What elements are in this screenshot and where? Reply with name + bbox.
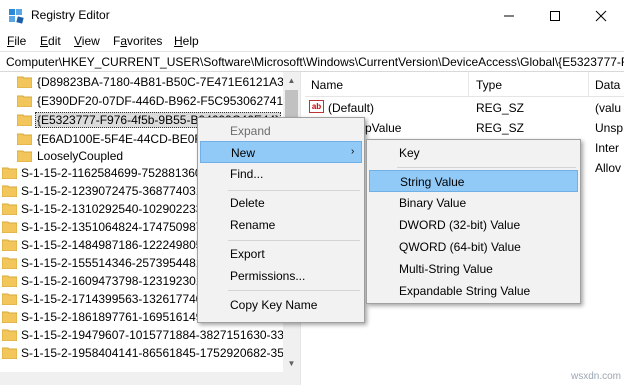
folder-icon	[16, 132, 33, 146]
registry-editor-icon	[8, 8, 24, 24]
column-name[interactable]: Name	[311, 78, 343, 92]
tree-item-label: S-1-15-2-1239072475-3687740317	[21, 184, 210, 198]
submenu-item-qword-value[interactable]: QWORD (64-bit) Value	[369, 236, 578, 258]
tree-item-label: {D89823BA-7180-4B81-B50C-7E471E6121A3}	[37, 75, 288, 89]
tree-item-label: S-1-15-2-1958404141-86561845-1752920682-…	[21, 346, 298, 360]
tree-item-label: S-1-15-2-1609473798-1231923017	[21, 274, 210, 288]
maximize-button[interactable]	[532, 0, 578, 31]
column-data[interactable]: Data	[595, 78, 620, 92]
folder-icon	[16, 94, 33, 108]
address-bar[interactable]: Computer\HKEY_CURRENT_USER\Software\Micr…	[0, 51, 624, 72]
tree-item-label: LooselyCoupled	[37, 149, 124, 163]
string-value-icon: ab	[309, 100, 324, 113]
folder-icon	[1, 310, 18, 324]
value-name: (Default)	[328, 101, 375, 115]
tree-item-label: S-1-15-2-1714399563-1326177402	[21, 292, 210, 306]
menu-item-expand[interactable]: Expand	[200, 120, 362, 142]
value-type: REG_SZ	[476, 121, 525, 135]
submenu-item-dword-value[interactable]: DWORD (32-bit) Value	[369, 214, 578, 236]
menu-item-export[interactable]: Export	[200, 243, 362, 265]
column-type[interactable]: Type	[476, 78, 502, 92]
list-row[interactable]: ab (Default) REG_SZ (valu	[305, 97, 624, 118]
tree-item-label: S-1-15-2-1351064824-1747509879	[21, 220, 210, 234]
tree-item-label: {E6AD100E-5F4E-44CD-BE0F-2	[37, 132, 213, 146]
folder-icon	[1, 166, 18, 180]
tree-item-label: S-1-15-2-1162584699-752881360-	[21, 166, 206, 180]
menu-help[interactable]: Help	[174, 34, 199, 48]
submenu-item-multi-string-value[interactable]: Multi-String Value	[369, 258, 578, 280]
folder-icon	[1, 220, 18, 234]
menu-item-rename[interactable]: Rename	[200, 214, 362, 236]
menu-separator	[228, 290, 360, 291]
value-type: REG_SZ	[476, 101, 525, 115]
menu-item-delete[interactable]: Delete	[200, 192, 362, 214]
menu-view[interactable]: View	[74, 34, 100, 48]
close-button[interactable]	[578, 0, 624, 31]
column-divider[interactable]	[468, 72, 469, 96]
column-divider[interactable]	[588, 72, 589, 96]
value-data: Inter	[595, 141, 620, 155]
minimize-icon	[504, 15, 514, 17]
submenu-item-key[interactable]: Key	[369, 142, 578, 164]
value-data: (valu	[595, 101, 622, 115]
folder-icon	[16, 113, 33, 127]
address-path[interactable]: Computer\HKEY_CURRENT_USER\Software\Micr…	[6, 55, 624, 69]
value-data: Allov	[595, 161, 622, 175]
folder-icon	[1, 184, 18, 198]
menu-separator	[228, 240, 360, 241]
maximize-icon	[550, 11, 560, 21]
title-bar: Registry Editor	[0, 0, 624, 31]
tree-item-label: S-1-15-2-1310292540-1029022339	[21, 202, 210, 216]
new-submenu: Key String Value Binary Value DWORD (32-…	[366, 139, 581, 304]
menu-item-new[interactable]: New ›	[200, 141, 362, 163]
value-data: Unsp	[595, 121, 624, 135]
folder-icon	[16, 149, 33, 163]
tree-item-label: {E390DF20-07DF-446D-B962-F5C953062741}	[37, 94, 288, 108]
menu-separator	[228, 190, 360, 191]
tree-horizontal-scrollbar[interactable]	[0, 372, 300, 385]
submenu-item-expandable-string-value[interactable]: Expandable String Value	[369, 280, 578, 302]
window-title: Registry Editor	[31, 8, 110, 22]
watermark: wsxdn.com	[571, 371, 622, 382]
value-name: pValue	[365, 121, 402, 135]
menu-bar: File Edit View Favorites Help	[0, 31, 624, 51]
menu-item-find[interactable]: Find...	[200, 163, 362, 185]
folder-icon	[1, 292, 18, 306]
submenu-item-binary-value[interactable]: Binary Value	[369, 192, 578, 214]
minimize-button[interactable]	[486, 0, 532, 31]
close-icon	[595, 10, 607, 22]
submenu-item-string-value[interactable]: String Value	[369, 170, 578, 192]
menu-separator	[397, 167, 576, 168]
folder-icon	[1, 346, 18, 360]
context-menu: Expand New › Find... Delete Rename Expor…	[197, 117, 365, 323]
folder-icon	[1, 202, 18, 216]
menu-item-copy-key-name[interactable]: Copy Key Name	[200, 294, 362, 316]
tree-item-label: S-1-15-2-1861897761-1695161497	[21, 310, 210, 324]
list-header: Name Type Data	[305, 72, 624, 97]
scroll-up-icon[interactable]: ▲	[283, 72, 300, 89]
scroll-down-icon[interactable]: ▼	[283, 355, 300, 372]
menu-edit[interactable]: Edit	[40, 34, 61, 48]
folder-icon	[1, 328, 18, 342]
folder-icon	[1, 238, 18, 252]
folder-icon	[16, 75, 33, 89]
tree-item-label: S-1-15-2-1484987186-1222498055	[21, 238, 210, 252]
folder-icon	[1, 256, 18, 270]
tree-item-label: S-1-15-2-155514346-2573954481-	[21, 256, 207, 270]
menu-item-permissions[interactable]: Permissions...	[200, 265, 362, 287]
tree-item-label: S-1-15-2-19479607-1015771884-3827151630-…	[21, 328, 298, 342]
menu-favorites[interactable]: Favorites	[113, 34, 162, 48]
submenu-arrow-icon: ›	[351, 146, 355, 157]
folder-icon	[1, 274, 18, 288]
menu-file[interactable]: File	[7, 34, 26, 48]
